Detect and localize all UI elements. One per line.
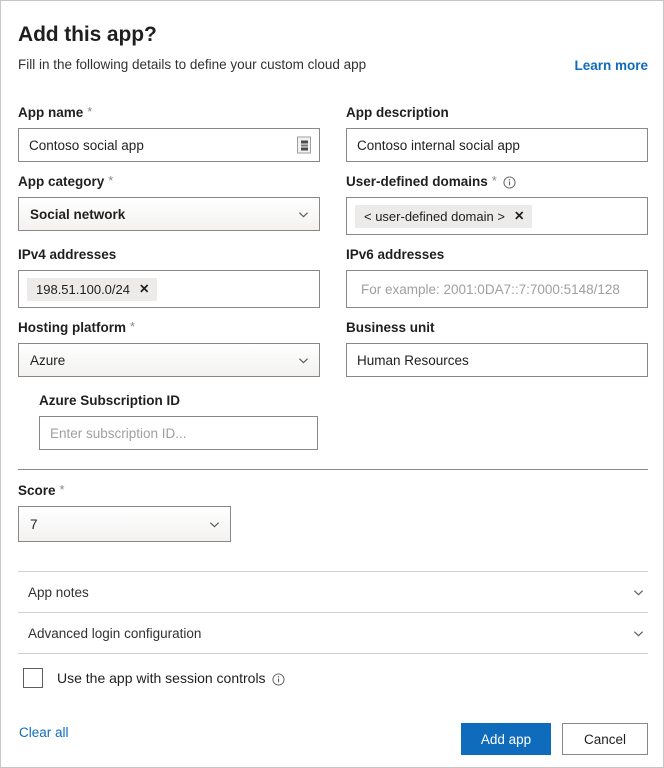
business-unit-label: Business unit bbox=[346, 320, 435, 335]
required-marker: * bbox=[59, 482, 65, 497]
chevron-down-icon bbox=[209, 521, 220, 528]
page-title: Add this app? bbox=[18, 23, 157, 46]
page-subtitle: Fill in the following details to define … bbox=[18, 57, 367, 72]
ipv6-addresses-label: IPv6 addresses bbox=[346, 247, 445, 262]
autofill-icon[interactable] bbox=[297, 136, 311, 154]
ipv6-placeholder: For example: 2001:0DA7::7:7000:5148/128 bbox=[361, 281, 620, 297]
hosting-platform-select[interactable]: Azure bbox=[18, 343, 320, 377]
ipv4-chip-label: 198.51.100.0/24 bbox=[36, 281, 130, 297]
info-icon[interactable] bbox=[272, 672, 285, 686]
chevron-down-icon bbox=[298, 211, 309, 218]
hosting-platform-value: Azure bbox=[30, 352, 66, 368]
field-ipv4-addresses: IPv4 addresses 198.51.100.0/24 ✕ bbox=[18, 246, 320, 308]
cancel-button[interactable]: Cancel bbox=[562, 723, 648, 755]
app-name-value: Contoso social app bbox=[29, 137, 144, 153]
score-value: 7 bbox=[30, 516, 38, 532]
field-app-category: App category * Social network bbox=[18, 173, 320, 231]
app-category-label: App category * bbox=[18, 173, 114, 189]
app-description-value: Contoso internal social app bbox=[357, 137, 520, 153]
ipv4-chip: 198.51.100.0/24 ✕ bbox=[27, 277, 158, 301]
clear-all-link[interactable]: Clear all bbox=[19, 725, 69, 740]
score-label: Score * bbox=[18, 482, 65, 498]
required-marker: * bbox=[491, 173, 497, 188]
required-marker: * bbox=[130, 319, 136, 334]
score-select[interactable]: 7 bbox=[18, 506, 231, 542]
remove-chip-icon[interactable]: ✕ bbox=[139, 283, 149, 296]
session-controls-row: Use the app with session controls bbox=[23, 668, 285, 688]
domain-chip-label: < user-defined domain > bbox=[364, 208, 505, 224]
required-marker: * bbox=[87, 104, 93, 119]
field-user-defined-domains: User-defined domains * < user-defined do… bbox=[346, 173, 648, 235]
session-controls-checkbox[interactable] bbox=[23, 668, 43, 688]
app-category-select[interactable]: Social network bbox=[18, 197, 320, 231]
field-hosting-platform: Hosting platform * Azure bbox=[18, 319, 320, 377]
accordion-advanced-login-label: Advanced login configuration bbox=[28, 625, 202, 641]
field-app-description: App description Contoso internal social … bbox=[346, 104, 648, 162]
field-ipv6-addresses: IPv6 addresses For example: 2001:0DA7::7… bbox=[346, 246, 648, 308]
ipv6-addresses-input[interactable]: For example: 2001:0DA7::7:7000:5148/128 bbox=[346, 270, 648, 308]
field-azure-subscription-id: Azure Subscription ID Enter subscription… bbox=[39, 392, 318, 450]
app-category-value: Social network bbox=[30, 206, 126, 222]
field-business-unit: Business unit Human Resources bbox=[346, 319, 648, 377]
remove-chip-icon[interactable]: ✕ bbox=[514, 210, 524, 223]
accordion-app-notes-label: App notes bbox=[28, 584, 89, 600]
accordion-app-notes[interactable]: App notes bbox=[18, 572, 648, 612]
azure-subscription-id-placeholder: Enter subscription ID... bbox=[50, 425, 187, 441]
accordion-advanced-login[interactable]: Advanced login configuration bbox=[18, 613, 648, 653]
ipv4-addresses-label: IPv4 addresses bbox=[18, 247, 117, 262]
azure-subscription-id-label: Azure Subscription ID bbox=[39, 393, 181, 408]
field-score: Score * 7 bbox=[18, 482, 231, 542]
hosting-platform-label: Hosting platform * bbox=[18, 319, 136, 335]
business-unit-input[interactable]: Human Resources bbox=[346, 343, 648, 377]
section-divider bbox=[18, 469, 648, 470]
add-app-button[interactable]: Add app bbox=[461, 723, 551, 755]
session-controls-label: Use the app with session controls bbox=[57, 670, 285, 686]
add-app-dialog: Add this app? Fill in the following deta… bbox=[0, 0, 664, 768]
accordion-divider-bottom bbox=[18, 653, 648, 654]
azure-subscription-id-input[interactable]: Enter subscription ID... bbox=[39, 416, 318, 450]
learn-more-link[interactable]: Learn more bbox=[574, 58, 648, 73]
required-marker: * bbox=[108, 173, 114, 188]
user-defined-domains-label: User-defined domains * bbox=[346, 173, 648, 190]
app-description-input[interactable]: Contoso internal social app bbox=[346, 128, 648, 162]
business-unit-value: Human Resources bbox=[357, 352, 469, 368]
domain-chip: < user-defined domain > ✕ bbox=[355, 204, 533, 228]
app-description-label: App description bbox=[346, 105, 449, 120]
field-app-name: App name * Contoso social app bbox=[18, 104, 320, 162]
user-defined-domains-input[interactable]: < user-defined domain > ✕ bbox=[346, 197, 648, 235]
chevron-down-icon bbox=[298, 357, 309, 364]
info-icon[interactable] bbox=[503, 176, 516, 189]
app-name-label: App name * bbox=[18, 104, 93, 120]
ipv4-addresses-input[interactable]: 198.51.100.0/24 ✕ bbox=[18, 270, 320, 308]
chevron-down-icon bbox=[633, 589, 644, 596]
app-name-input[interactable]: Contoso social app bbox=[18, 128, 320, 162]
chevron-down-icon bbox=[633, 630, 644, 637]
